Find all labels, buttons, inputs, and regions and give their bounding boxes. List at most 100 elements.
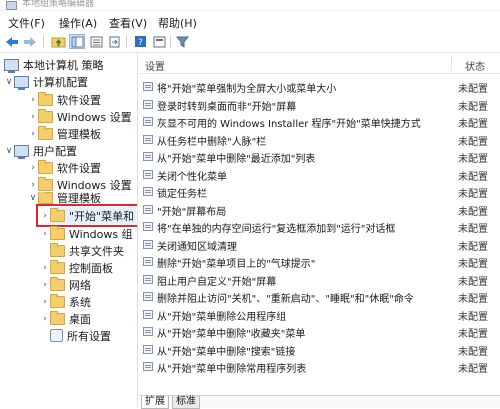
tree-item-label: 计算机配置 bbox=[33, 75, 88, 89]
menu-file[interactable]: 文件(F) bbox=[6, 14, 47, 32]
export-list-button[interactable] bbox=[106, 34, 122, 49]
tree-item-label: 管理模板 bbox=[57, 192, 101, 204]
policy-setting-icon bbox=[143, 204, 153, 214]
help-icon: ? bbox=[134, 36, 146, 48]
policy-row[interactable]: 锁定任务栏 未配置 bbox=[139, 183, 500, 200]
menu-help[interactable]: 帮助(H) bbox=[156, 14, 199, 32]
title-bar: 本地组策略编辑器 bbox=[0, 0, 500, 11]
show-tree-button[interactable] bbox=[69, 34, 85, 49]
folder-icon bbox=[38, 159, 53, 174]
policy-row[interactable]: 删除并阻止访问"关机"、"重新启动"、"睡眠"和"休眠"命令 未配置 bbox=[139, 288, 500, 305]
back-button[interactable] bbox=[4, 34, 20, 49]
column-header-state[interactable]: 状态 bbox=[465, 58, 485, 73]
policy-row[interactable]: 灰显不可用的 Windows Installer 程序"开始"菜单快捷方式 未配置 bbox=[139, 113, 500, 130]
settings-list[interactable]: 设置 状态 将"开始"菜单强制为全屏大小或菜单大小 未配置 登录时转到桌面而非"开始… bbox=[139, 53, 500, 407]
policy-state: 未配置 bbox=[458, 101, 488, 113]
policy-name: 登录时转到桌面而非"开始"屏幕 bbox=[157, 101, 297, 113]
collapse-chevron-icon[interactable]: › bbox=[40, 263, 50, 273]
tree-item-computer-config[interactable]: ∨ 计算机配置 bbox=[4, 73, 88, 90]
column-header-setting[interactable]: 设置 bbox=[145, 58, 165, 73]
folder-icon bbox=[38, 125, 53, 140]
app-icon bbox=[6, 1, 17, 10]
policy-row[interactable]: 阻止用户自定义"开始"屏幕 未配置 bbox=[139, 271, 500, 288]
policy-setting-icon bbox=[143, 292, 153, 301]
policy-row[interactable]: 登录时转到桌面而非"开始"屏幕 未配置 bbox=[139, 96, 500, 113]
tree-item-shared-folders[interactable]: 共享文件夹 bbox=[40, 242, 124, 259]
policy-setting-icon bbox=[143, 257, 153, 266]
list-view-button[interactable] bbox=[88, 34, 104, 49]
policy-setting-icon bbox=[143, 117, 153, 126]
tab-standard[interactable]: 标准 bbox=[172, 396, 200, 409]
policy-name: 从"开始"菜单中删除常用程序列表 bbox=[157, 364, 307, 375]
policy-name: 从任务栏中删除"人脉"栏 bbox=[157, 136, 267, 148]
tree-item-network[interactable]: › 网络 bbox=[40, 276, 91, 293]
policy-row[interactable]: 将"开始"菜单强制为全屏大小或菜单大小 未配置 bbox=[139, 78, 500, 95]
settings-list-icon bbox=[50, 329, 63, 342]
tree-item-windows-components[interactable]: › Windows 组 bbox=[40, 225, 133, 242]
help-button[interactable]: ? bbox=[132, 34, 148, 49]
collapse-chevron-icon[interactable]: › bbox=[28, 95, 38, 105]
collapse-chevron-icon[interactable]: › bbox=[28, 112, 38, 122]
collapse-chevron-icon[interactable]: › bbox=[28, 129, 38, 139]
tree-item-all-settings[interactable]: 所有设置 bbox=[40, 327, 111, 344]
policy-state: 未配置 bbox=[458, 241, 488, 253]
tree-item-windows-settings-1[interactable]: › Windows 设置 bbox=[28, 108, 132, 125]
collapse-chevron-icon[interactable]: › bbox=[40, 280, 50, 290]
tree-item-local-policy[interactable]: 本地计算机 策略 bbox=[4, 56, 104, 73]
expand-chevron-icon[interactable]: ∨ bbox=[4, 146, 14, 156]
policy-name: "开始"屏幕布局 bbox=[157, 206, 227, 218]
tree-item-label: 所有设置 bbox=[67, 329, 111, 343]
up-folder-button[interactable] bbox=[50, 34, 66, 49]
policy-row[interactable]: "开始"屏幕布局 未配置 bbox=[139, 201, 500, 218]
menu-view[interactable]: 查看(V) bbox=[107, 14, 149, 32]
filter-button[interactable] bbox=[174, 34, 190, 49]
tree-item-label: Windows 设置 bbox=[57, 110, 132, 124]
folder-icon bbox=[50, 259, 65, 274]
tree-item-label: 系统 bbox=[69, 295, 91, 309]
collapse-chevron-icon[interactable]: › bbox=[40, 314, 50, 324]
tab-extended[interactable]: 扩展 bbox=[141, 396, 169, 409]
policy-state: 未配置 bbox=[458, 346, 488, 358]
policy-row[interactable]: 从"开始"菜单中删除常用程序列表 未配置 bbox=[139, 358, 500, 375]
policy-row[interactable]: 删除"开始"菜单项目上的"气球提示" 未配置 bbox=[139, 253, 500, 270]
expand-chevron-icon[interactable]: ∨ bbox=[28, 193, 38, 203]
tree-item-label: 共享文件夹 bbox=[69, 244, 124, 258]
policy-row[interactable]: 从"开始"菜单删除公用程序组 未配置 bbox=[139, 306, 500, 323]
folder-icon bbox=[38, 176, 53, 191]
policy-row[interactable]: 从任务栏中删除"人脉"栏 未配置 bbox=[139, 131, 500, 148]
collapse-chevron-icon[interactable]: › bbox=[40, 297, 50, 307]
policy-name: 关闭通知区域清理 bbox=[157, 241, 237, 253]
tree-item-software-settings-1[interactable]: › 软件设置 bbox=[28, 91, 101, 108]
policy-state: 未配置 bbox=[458, 136, 488, 148]
policy-setting-icon bbox=[143, 327, 153, 336]
forward-button[interactable] bbox=[22, 34, 38, 49]
collapse-chevron-icon[interactable]: › bbox=[40, 229, 50, 239]
tree-item-windows-settings-2[interactable]: › Windows 设置 bbox=[28, 176, 132, 193]
expand-chevron-icon[interactable]: ∨ bbox=[4, 77, 14, 87]
tree-item-admin-templates-2[interactable]: ∨ 管理模板 bbox=[28, 192, 101, 204]
policy-setting-icon bbox=[143, 152, 153, 161]
policy-row[interactable]: 从"开始"菜单中删除"搜索"链接 未配置 bbox=[139, 341, 500, 358]
policy-state: 未配置 bbox=[458, 364, 488, 375]
policy-name: 灰显不可用的 Windows Installer 程序"开始"菜单快捷方式 bbox=[157, 119, 421, 130]
tree-item-control-panel[interactable]: › 控制面板 bbox=[40, 259, 113, 276]
tree-item-admin-templates-1[interactable]: › 管理模板 bbox=[28, 125, 101, 142]
policy-row[interactable]: 将"在单独的内存空间运行"复选框添加到"运行"对话框 未配置 bbox=[139, 218, 500, 235]
policy-row[interactable]: 从"开始"菜单中删除"收藏夹"菜单 未配置 bbox=[139, 323, 500, 340]
console-tree[interactable]: 本地计算机 策略 ∨ 计算机配置 › 软件设置 › Windows 设置 › 管… bbox=[0, 53, 138, 407]
policy-state: 未配置 bbox=[458, 119, 488, 130]
tree-item-desktop[interactable]: › 桌面 bbox=[40, 310, 91, 327]
collapse-chevron-icon[interactable]: › bbox=[28, 163, 38, 173]
policy-row[interactable]: 关闭个性化菜单 未配置 bbox=[139, 166, 500, 183]
policy-row[interactable]: 从"开始"菜单中删除"最近添加"列表 未配置 bbox=[139, 148, 500, 165]
folder-icon bbox=[50, 242, 65, 257]
properties-button[interactable] bbox=[151, 34, 167, 49]
policy-setting-icon bbox=[143, 274, 153, 284]
policy-row[interactable]: 关闭通知区域清理 未配置 bbox=[139, 236, 500, 253]
policy-name: 删除"开始"菜单项目上的"气球提示" bbox=[157, 259, 316, 270]
collapse-chevron-icon[interactable]: › bbox=[28, 180, 38, 190]
tree-item-software-settings-2[interactable]: › 软件设置 bbox=[28, 159, 101, 176]
menu-action[interactable]: 操作(A) bbox=[57, 14, 99, 32]
tree-item-user-config[interactable]: ∨ 用户配置 bbox=[4, 142, 77, 159]
tree-item-system[interactable]: › 系统 bbox=[40, 293, 91, 310]
